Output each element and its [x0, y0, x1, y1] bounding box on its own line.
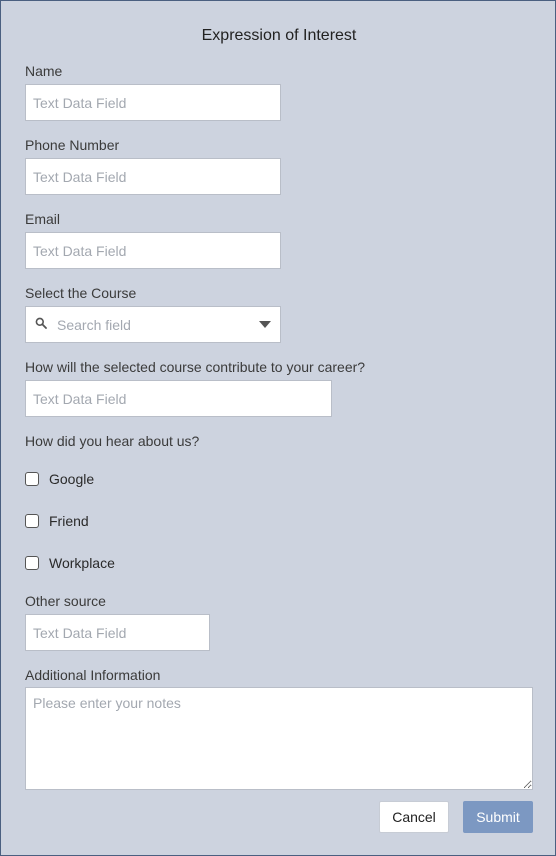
checkbox-friend-label[interactable]: Friend [49, 513, 89, 529]
caret-down-icon[interactable] [259, 321, 271, 328]
name-label: Name [25, 63, 63, 79]
expression-of-interest-dialog: Expression of Interest Name Phone Number… [0, 0, 556, 856]
submit-button[interactable]: Submit [463, 801, 533, 833]
phone-label: Phone Number [25, 137, 120, 153]
career-field[interactable] [25, 380, 332, 417]
cancel-button[interactable]: Cancel [379, 801, 449, 833]
checkbox-workplace-box[interactable] [25, 556, 39, 570]
checkbox-friend-box[interactable] [25, 514, 39, 528]
course-select[interactable]: Search field [25, 306, 281, 343]
course-select-placeholder: Search field [57, 317, 131, 333]
phone-field[interactable] [25, 158, 281, 195]
dialog-title: Expression of Interest [201, 27, 357, 44]
email-field[interactable] [25, 232, 281, 269]
checkbox-google-box[interactable] [25, 472, 39, 486]
additional-info-textarea[interactable] [25, 687, 533, 790]
hear-about-label: How did you hear about us? [25, 433, 200, 449]
other-source-label: Other source [25, 593, 106, 609]
other-source-field[interactable] [25, 614, 210, 651]
additional-info-label: Additional Information [25, 667, 161, 683]
name-field[interactable] [25, 84, 281, 121]
checkbox-workplace-label[interactable]: Workplace [49, 555, 115, 571]
career-label: How will the selected course contribute … [25, 359, 366, 375]
checkbox-google-label[interactable]: Google [49, 471, 94, 487]
search-icon [35, 317, 47, 329]
email-label: Email [25, 211, 61, 227]
course-label: Select the Course [25, 285, 137, 301]
